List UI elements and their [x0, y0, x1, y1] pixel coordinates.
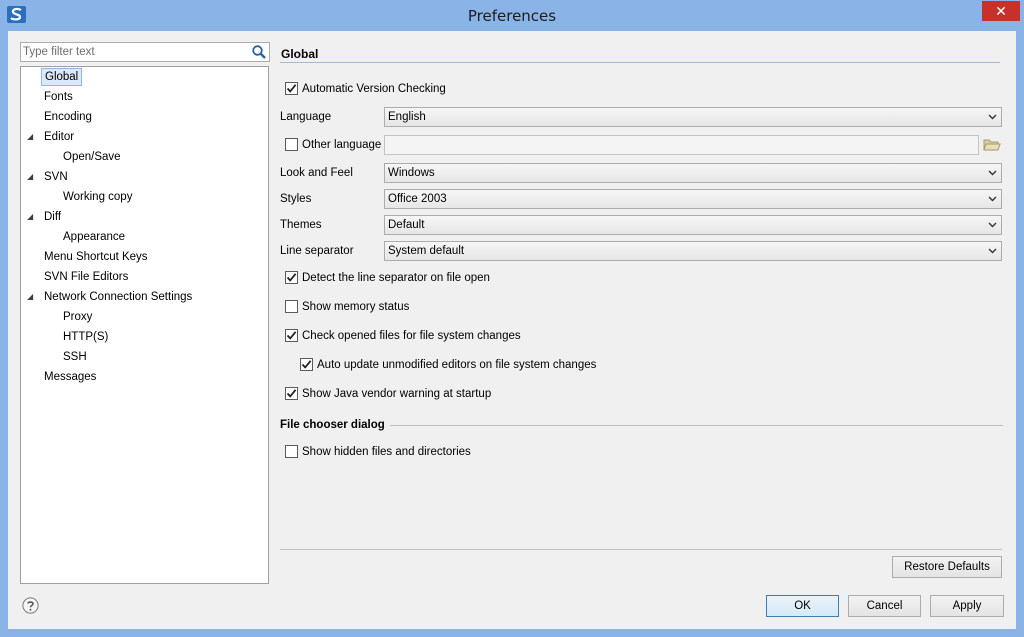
tree-item[interactable]: ◢ Diff: [27, 208, 64, 226]
chevron-down-icon: [988, 196, 997, 202]
auto-version-check-checkbox[interactable]: [285, 82, 298, 95]
tree-item-label: Network Connection Settings: [44, 291, 193, 303]
tree-item[interactable]: ◢ Network Connection Settings: [27, 288, 195, 306]
tree-item-label: Global: [41, 68, 83, 86]
chevron-down-icon: [988, 248, 997, 254]
check-opened-checkbox[interactable]: [285, 329, 298, 342]
styles-value: Office 2003: [388, 193, 447, 205]
check-opened-label: Check opened files for file system chang…: [302, 330, 521, 342]
tree-expand-arrow-icon[interactable]: ◢: [27, 213, 35, 221]
tree-item[interactable]: SVN File Editors: [41, 268, 131, 286]
bottom-divider: [280, 549, 1002, 550]
global-section-title: Global: [281, 47, 319, 61]
tree-item[interactable]: ◢ SVN: [27, 168, 71, 186]
styles-label: Styles: [280, 193, 312, 205]
preferences-window: Preferences ✕ Global Fonts Encoding ◢ Editor…: [0, 0, 1024, 637]
line-separator-value: System default: [388, 245, 465, 257]
window-title: Preferences: [467, 7, 557, 25]
ok-button[interactable]: OK: [766, 595, 839, 617]
java-vendor-checkbox[interactable]: [285, 387, 298, 400]
restore-defaults-button[interactable]: Restore Defaults: [892, 556, 1002, 578]
global-divider: [280, 62, 1000, 63]
language-select[interactable]: English: [384, 107, 1002, 127]
chevron-down-icon: [988, 170, 997, 176]
checkmark-icon: [286, 331, 297, 340]
tree-item-label: Fonts: [44, 91, 73, 103]
detect-line-sep-checkbox[interactable]: [285, 271, 298, 284]
tree-item-label: SSH: [63, 351, 87, 363]
tree-expand-arrow-icon[interactable]: ◢: [27, 293, 35, 301]
title-bar[interactable]: Preferences ✕: [0, 0, 1024, 31]
help-icon[interactable]: [22, 597, 39, 614]
file-chooser-section-title: File chooser dialog: [280, 419, 385, 431]
tree-item-label: Encoding: [44, 111, 92, 123]
folder-icon[interactable]: [983, 138, 1001, 152]
line-separator-select[interactable]: System default: [384, 241, 1002, 261]
preferences-tree[interactable]: Global Fonts Encoding ◢ Editor Open/Save ◢ SVN W…: [20, 66, 269, 584]
cancel-button[interactable]: Cancel: [848, 595, 921, 617]
tree-item[interactable]: Proxy: [60, 308, 95, 326]
other-language-label: Other language: [302, 139, 382, 151]
tree-item[interactable]: Fonts: [41, 88, 76, 106]
java-vendor-label: Show Java vendor warning at startup: [302, 388, 492, 400]
tree-item[interactable]: HTTP(S): [60, 328, 111, 346]
file-chooser-divider: [390, 425, 1003, 426]
filter-box: [20, 42, 270, 62]
language-label: Language: [280, 111, 332, 123]
themes-label: Themes: [280, 219, 322, 231]
tree-item-label: Editor: [44, 131, 75, 143]
themes-select[interactable]: Default: [384, 215, 1002, 235]
tree-item[interactable]: Working copy: [60, 188, 135, 206]
other-language-field[interactable]: [384, 135, 979, 155]
checkmark-icon: [286, 273, 297, 282]
search-icon[interactable]: [251, 44, 267, 60]
tree-item-label: Working copy: [63, 191, 133, 203]
tree-item-label: Appearance: [63, 231, 126, 243]
tree-item-label: Messages: [44, 371, 97, 383]
look-and-feel-value: Windows: [388, 167, 435, 179]
tree-item[interactable]: SSH: [60, 348, 90, 366]
close-button[interactable]: ✕: [982, 1, 1020, 21]
tree-expand-arrow-icon[interactable]: ◢: [27, 133, 35, 141]
line-separator-label: Line separator: [280, 245, 354, 257]
language-value: English: [388, 111, 426, 123]
show-memory-label: Show memory status: [302, 301, 410, 313]
checkmark-icon: [286, 84, 297, 93]
look-and-feel-label: Look and Feel: [280, 167, 353, 179]
tree-item-label: SVN File Editors: [44, 271, 129, 283]
detect-line-sep-label: Detect the line separator on file open: [302, 272, 490, 284]
tree-item-label: HTTP(S): [63, 331, 109, 343]
tree-item-label: SVN: [44, 171, 68, 183]
tree-item[interactable]: Appearance: [60, 228, 128, 246]
look-and-feel-select[interactable]: Windows: [384, 163, 1002, 183]
auto-update-label: Auto update unmodified editors on file s…: [317, 359, 597, 371]
tree-item[interactable]: ◢ Editor: [27, 128, 77, 146]
chevron-down-icon: [988, 222, 997, 228]
auto-version-check-label: Automatic Version Checking: [302, 83, 446, 95]
tree-item-label: Diff: [44, 211, 62, 223]
dialog-body: Global Fonts Encoding ◢ Editor Open/Save ◢ SVN W…: [8, 31, 1016, 629]
tree-item-label: Proxy: [63, 311, 93, 323]
tree-item[interactable]: Open/Save: [60, 148, 124, 166]
show-hidden-label: Show hidden files and directories: [302, 446, 471, 458]
tree-item[interactable]: Encoding: [41, 108, 95, 126]
checkmark-icon: [286, 389, 297, 398]
checkmark-icon: [301, 360, 312, 369]
tree-item[interactable]: Menu Shortcut Keys: [41, 248, 151, 266]
tree-expand-arrow-icon[interactable]: ◢: [27, 173, 35, 181]
show-memory-checkbox[interactable]: [285, 300, 298, 313]
themes-value: Default: [388, 219, 425, 231]
filter-input[interactable]: [23, 44, 248, 60]
tree-item[interactable]: Global: [41, 68, 83, 86]
other-language-checkbox[interactable]: [285, 138, 298, 151]
tree-item[interactable]: Messages: [41, 368, 99, 386]
chevron-down-icon: [988, 114, 997, 120]
apply-button[interactable]: Apply: [930, 595, 1004, 617]
show-hidden-checkbox[interactable]: [285, 445, 298, 458]
tree-item-label: Menu Shortcut Keys: [44, 251, 148, 263]
tree-item-label: Open/Save: [63, 151, 121, 163]
styles-select[interactable]: Office 2003: [384, 189, 1002, 209]
auto-update-checkbox[interactable]: [300, 358, 313, 371]
